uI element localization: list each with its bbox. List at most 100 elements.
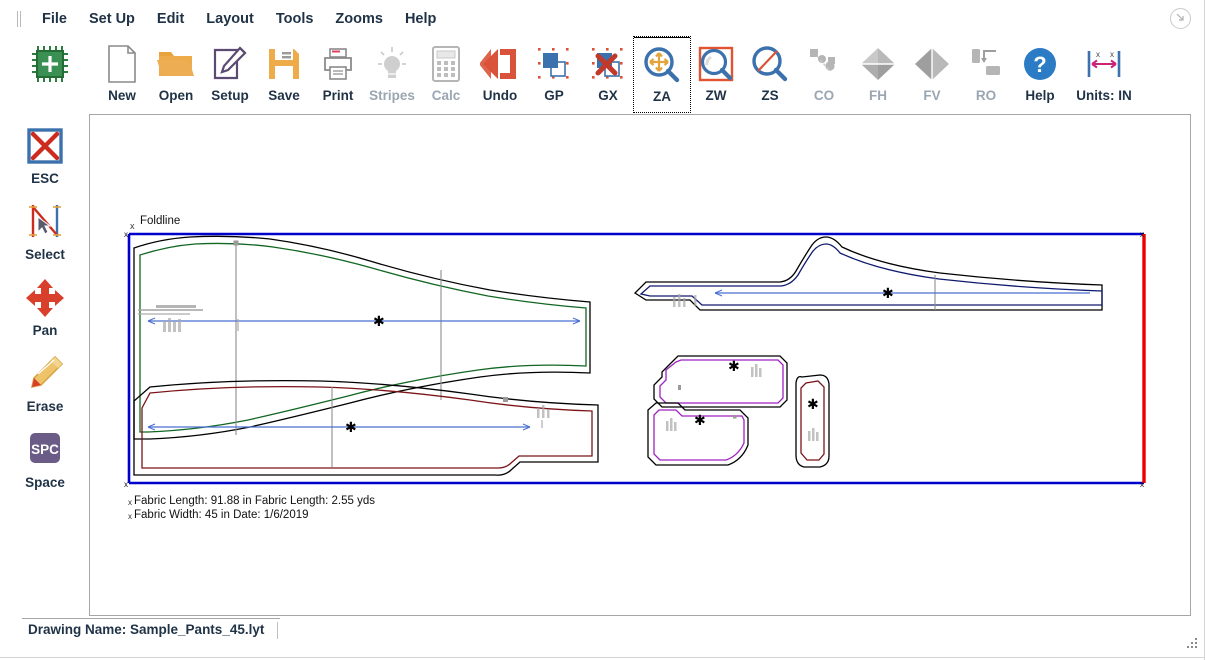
menu-layout[interactable]: Layout [195,8,265,30]
toolbar-ro-label: RO [976,88,996,103]
toolbar-zs-button[interactable]: ZS [742,37,798,111]
toolbar-zw-label: ZW [706,88,727,103]
toolbar-gx-label: GX [598,88,618,103]
application-window: File Set Up Edit Layout Tools Zooms Help [0,0,1205,660]
sidebar-item-space[interactable]: SPC Space [14,425,76,501]
svg-text:x: x [128,512,132,521]
app-logo-button[interactable] [22,37,78,111]
toolbar-za-button[interactable]: ZA [634,37,690,112]
pattern-piece-front-leg[interactable]: ✱ [134,236,590,439]
svg-text:?: ? [1033,52,1046,77]
toolbar-help-button[interactable]: ? Help [1012,37,1068,111]
open-folder-icon [156,37,196,87]
toolbar-print-label: Print [323,88,354,103]
toolbar-co-button[interactable]: CO [796,37,852,111]
toolbar-gx-button[interactable]: GX [580,37,636,111]
toolbar-zw-button[interactable]: ZW [688,37,744,111]
resize-grip-icon[interactable] [1185,638,1199,652]
toolbar-save-button[interactable]: Save [256,37,312,111]
rotate-object-icon [966,37,1006,87]
toolbar-print-button[interactable]: Print [310,37,366,111]
save-floppy-icon [266,37,302,87]
svg-text:✱: ✱ [728,358,740,374]
toolbar-units-button[interactable]: x x Units: IN [1066,37,1142,111]
toolbar-undo-label: Undo [483,88,518,103]
drawing-canvas[interactable]: Foldline x x x x x [89,114,1191,616]
drawing-name-label: Drawing Name: Sample_Pants_45.lyt [28,622,264,637]
status-separator [277,622,278,639]
toolbar-fv-button[interactable]: FV [904,37,960,111]
pattern-piece-pocket-upper[interactable]: ✱ [654,356,787,407]
svg-text:x: x [124,480,128,489]
group-pieces-icon [534,37,574,87]
svg-text:Foldline: Foldline [140,215,180,227]
toolbar-fh-label: FH [869,88,887,103]
toolbar-zs-label: ZS [761,88,778,103]
toolbar-save-label: Save [268,88,300,103]
foldline-annotation: Foldline x [130,215,180,231]
svg-text:x: x [1140,480,1144,489]
status-divider [22,618,280,619]
undo-arrow-icon [480,37,520,87]
toolbar-setup-label: Setup [211,88,249,103]
menu-file[interactable]: File [31,8,78,30]
sidebar-label-esc: ESC [31,171,59,186]
sidebar-label-select: Select [25,247,65,262]
svg-text:x: x [1110,50,1114,59]
toolbar-open-button[interactable]: Open [148,37,204,111]
menu-zooms[interactable]: Zooms [324,8,394,30]
menu-setup[interactable]: Set Up [78,8,146,30]
svg-text:✱: ✱ [807,396,819,412]
svg-text:✱: ✱ [373,313,385,329]
toolbar-stripes-label: Stripes [369,88,415,103]
flip-horizontal-icon [858,37,898,87]
calculator-icon [429,37,463,87]
toolbar-undo-button[interactable]: Undo [472,37,528,111]
fabric-info-line-2: Fabric Width: 45 in Date: 1/6/2019 [134,509,309,521]
erase-pencil-icon [22,349,68,399]
toolbar-setup-button[interactable]: Setup [202,37,258,111]
menu-tools[interactable]: Tools [265,8,325,30]
svg-text:SPC: SPC [31,442,59,457]
toolbar-ro-button[interactable]: RO [958,37,1014,111]
sidebar-label-space: Space [25,475,65,490]
sidebar-item-select[interactable]: Select [14,197,76,273]
menu-edit[interactable]: Edit [146,8,195,30]
spacing-spc-icon: SPC [23,425,67,475]
sidebar-label-erase: Erase [27,399,64,414]
escape-cancel-icon [22,121,68,171]
toolbar-units-label: Units: IN [1076,88,1132,103]
sidebar-item-pan[interactable]: Pan [14,273,76,349]
pattern-piece-waistband[interactable]: ✱ [635,237,1102,310]
sidebar-item-erase[interactable]: Erase [14,349,76,425]
svg-text:x: x [1140,230,1144,239]
units-measure-icon: x x [1076,37,1132,87]
svg-text:x: x [130,221,135,231]
fabric-info-block: x Fabric Length: 91.88 in Fabric Length:… [128,495,375,521]
toolbar-calc-button[interactable]: Calc [418,37,474,111]
main-toolbar: New Open Setup [0,37,1205,111]
chip-logo-icon [26,37,74,87]
new-document-icon [105,37,139,87]
toolbar-gp-button[interactable]: GP [526,37,582,111]
pattern-piece-narrow-tab[interactable]: ✱ [796,375,829,467]
svg-text:✱: ✱ [345,419,357,435]
copy-object-icon [804,37,844,87]
svg-text:x: x [128,498,132,507]
sidebar-item-esc[interactable]: ESC [14,121,76,197]
help-question-icon: ? [1021,37,1059,87]
zoom-previous-icon [750,37,790,87]
toolbar-new-button[interactable]: New [94,37,150,111]
fabric-boundary: x x x x [124,230,1144,489]
sidebar-label-pan: Pan [33,323,58,338]
toolbar-stripes-button[interactable]: Stripes [364,37,420,111]
collapse-ribbon-icon[interactable] [1170,8,1191,29]
toolbar-calc-label: Calc [432,88,461,103]
menu-grip-handle[interactable] [17,11,21,27]
toolbar-fh-button[interactable]: FH [850,37,906,111]
pattern-piece-pocket-lower[interactable]: ✱ [648,403,748,465]
zoom-all-icon [642,38,682,88]
menu-help[interactable]: Help [394,8,447,30]
toolbar-fv-label: FV [923,88,940,103]
tool-rail: ESC Select [0,111,89,616]
